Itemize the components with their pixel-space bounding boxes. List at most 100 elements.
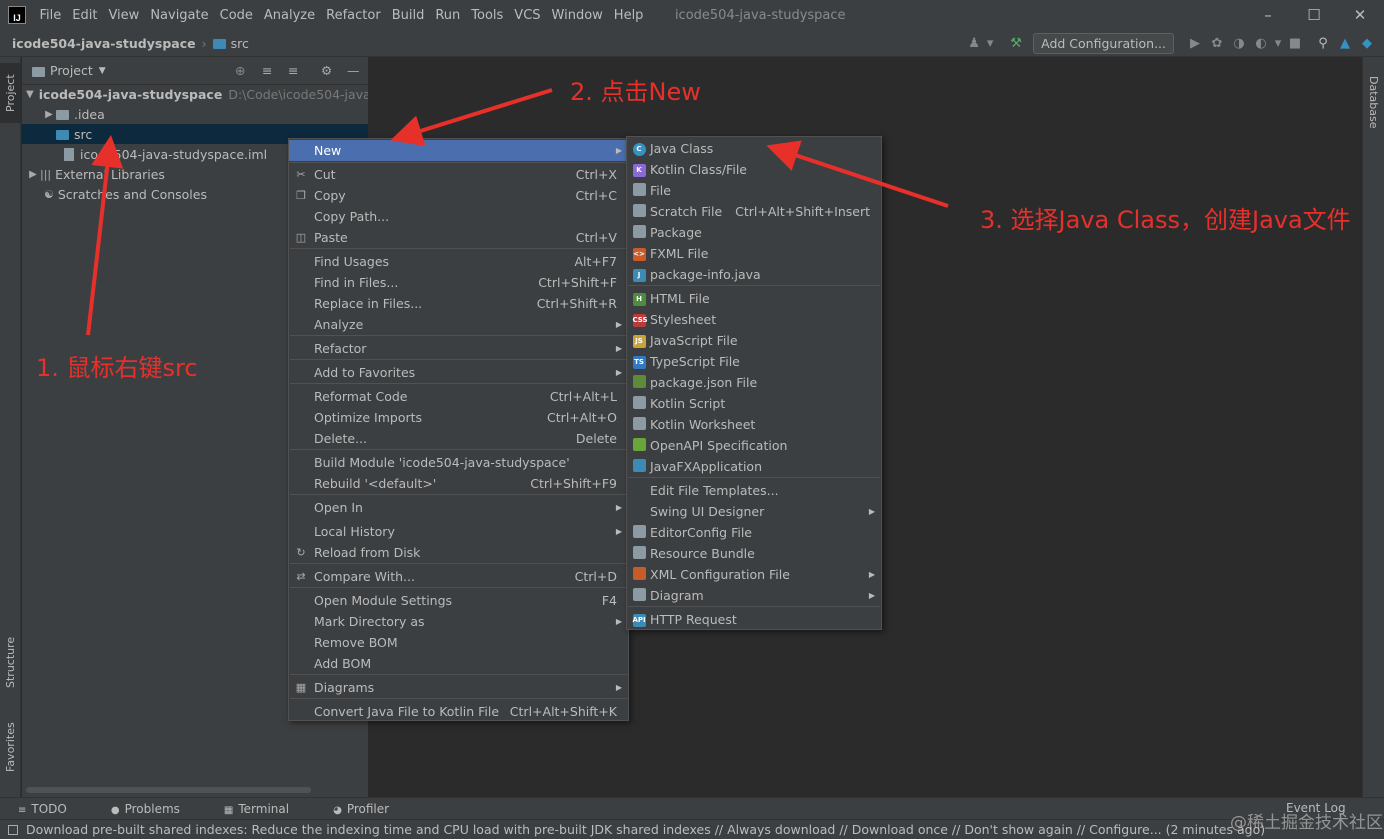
new-submenu-item-typescript-file[interactable]: TS TypeScript File	[627, 351, 881, 372]
structure-tool-tab[interactable]: Structure	[0, 627, 21, 697]
new-submenu-item-kotlin-class-file[interactable]: K Kotlin Class/File	[627, 159, 881, 180]
stop-icon[interactable]: ■	[1284, 36, 1306, 51]
context-menu-item-convert-java-file-to-kotlin-file[interactable]: Convert Java File to Kotlin File Ctrl+Alt…	[289, 701, 628, 722]
context-menu-item-copy-path[interactable]: Copy Path...	[289, 206, 628, 227]
context-menu-item-analyze[interactable]: Analyze ▶	[289, 314, 628, 335]
context-menu-item-find-in-files[interactable]: Find in Files... Ctrl+Shift+F	[289, 272, 628, 293]
new-submenu-item-edit-file-templates[interactable]: Edit File Templates...	[627, 480, 881, 501]
context-menu-item-mark-directory-as[interactable]: Mark Directory as ▶	[289, 611, 628, 632]
context-menu-item-new[interactable]: New ▶	[289, 140, 628, 161]
menu-analyze[interactable]: Analyze	[258, 8, 320, 23]
new-submenu-item-package-json-file[interactable]: package.json File	[627, 372, 881, 393]
context-menu-item-open-in[interactable]: Open In ▶	[289, 497, 628, 518]
context-menu-item-paste[interactable]: ◫ Paste Ctrl+V	[289, 227, 628, 248]
profile-icon[interactable]: ◐	[1250, 36, 1272, 51]
menu-code[interactable]: Code	[214, 8, 258, 23]
context-menu-item-open-module-settings[interactable]: Open Module Settings F4	[289, 590, 628, 611]
menu-build[interactable]: Build	[386, 8, 430, 23]
context-menu-item-diagrams[interactable]: ▦ Diagrams ▶	[289, 677, 628, 698]
context-menu-item-copy[interactable]: ❐ Copy Ctrl+C	[289, 185, 628, 206]
coverage-icon[interactable]: ◑	[1228, 36, 1250, 51]
horizontal-scrollbar[interactable]	[26, 787, 311, 793]
collapse-all-icon[interactable]: ≡	[288, 63, 298, 78]
problems-tab[interactable]: ● Problems	[111, 802, 202, 816]
context-menu-item-find-usages[interactable]: Find Usages Alt+F7	[289, 251, 628, 272]
tree-root[interactable]: ▼ icode504-java-studyspace D:\Code\icode…	[22, 84, 382, 104]
new-submenu-item-kotlin-script[interactable]: Kotlin Script	[627, 393, 881, 414]
context-menu-item-build-module-icode504-java-studyspace[interactable]: Build Module 'icode504-java-studyspace'	[289, 452, 628, 473]
new-submenu-item-kotlin-worksheet[interactable]: Kotlin Worksheet	[627, 414, 881, 435]
context-menu-item-replace-in-files[interactable]: Replace in Files... Ctrl+Shift+R	[289, 293, 628, 314]
favorites-tool-tab[interactable]: Favorites	[0, 712, 21, 782]
gear-icon[interactable]: ⚙	[321, 63, 332, 78]
more-run-chevron-icon[interactable]: ▾	[1272, 36, 1284, 51]
chevron-down-icon[interactable]: ▼	[99, 66, 106, 76]
new-submenu-item-scratch-file[interactable]: Scratch File Ctrl+Alt+Shift+Insert	[627, 201, 881, 222]
context-menu-item-remove-bom[interactable]: Remove BOM	[289, 632, 628, 653]
breadcrumb-folder[interactable]: src	[231, 36, 249, 51]
update-icon[interactable]: ▲	[1334, 36, 1356, 51]
context-menu-item-compare-with[interactable]: ⇄ Compare With... Ctrl+D	[289, 566, 628, 587]
context-menu-item-cut[interactable]: ✂ Cut Ctrl+X	[289, 164, 628, 185]
minimize-icon[interactable]: –	[1245, 0, 1291, 30]
search-icon[interactable]: ⚲	[1312, 36, 1334, 51]
menu-navigate[interactable]: Navigate	[145, 8, 214, 23]
context-menu-item-add-to-favorites[interactable]: Add to Favorites ▶	[289, 362, 628, 383]
new-submenu-item-diagram[interactable]: Diagram ▶	[627, 585, 881, 606]
chevron-down-icon[interactable]: ▼	[26, 89, 34, 100]
expand-all-icon[interactable]: ≡	[262, 63, 272, 78]
project-view-dropdown[interactable]: Project	[50, 63, 93, 78]
new-submenu-item-java-class[interactable]: C Java Class	[627, 138, 881, 159]
menu-window[interactable]: Window	[546, 8, 608, 23]
run-icon[interactable]: ▶	[1184, 36, 1206, 51]
chevron-right-icon[interactable]: ▶	[26, 169, 40, 180]
hide-panel-icon[interactable]: —	[347, 63, 360, 78]
jetbrains-toolbox-icon[interactable]: ◆	[1356, 36, 1378, 51]
locate-icon[interactable]: ⊕	[235, 63, 245, 78]
new-submenu-item-fxml-file[interactable]: <> FXML File	[627, 243, 881, 264]
tree-item-idea[interactable]: ▶ .idea	[22, 104, 368, 124]
new-submenu-item-resource-bundle[interactable]: Resource Bundle	[627, 543, 881, 564]
menu-tools[interactable]: Tools	[466, 8, 509, 23]
project-tool-tab[interactable]: Project	[0, 63, 21, 123]
new-submenu-item-editorconfig-file[interactable]: EditorConfig File	[627, 522, 881, 543]
context-menu-item-delete[interactable]: Delete... Delete	[289, 428, 628, 449]
chevron-right-icon[interactable]: ▶	[42, 109, 56, 120]
context-menu-item-refactor[interactable]: Refactor ▶	[289, 338, 628, 359]
status-message[interactable]: Download pre-built shared indexes: Reduc…	[26, 822, 1265, 837]
build-hammer-icon[interactable]: ⚒	[1005, 36, 1027, 51]
maximize-icon[interactable]: ☐	[1291, 0, 1337, 30]
new-submenu-item-javascript-file[interactable]: JS JavaScript File	[627, 330, 881, 351]
new-submenu-item-javafxapplication[interactable]: JavaFXApplication	[627, 456, 881, 477]
user-icon[interactable]: ♟	[963, 36, 985, 51]
context-menu-item-local-history[interactable]: Local History ▶	[289, 521, 628, 542]
add-configuration-button[interactable]: Add Configuration...	[1033, 33, 1174, 54]
context-menu-item-optimize-imports[interactable]: Optimize Imports Ctrl+Alt+O	[289, 407, 628, 428]
status-toggle-icon[interactable]	[8, 824, 18, 835]
new-submenu-item-stylesheet[interactable]: CSS Stylesheet	[627, 309, 881, 330]
menu-file[interactable]: File	[34, 8, 67, 23]
chevron-down-icon[interactable]: ▾	[985, 36, 995, 51]
menu-refactor[interactable]: Refactor	[321, 8, 387, 23]
context-menu-item-reformat-code[interactable]: Reformat Code Ctrl+Alt+L	[289, 386, 628, 407]
new-submenu-item-xml-configuration-file[interactable]: XML Configuration File ▶	[627, 564, 881, 585]
todo-tab[interactable]: ≡ TODO	[18, 802, 89, 816]
context-menu-item-rebuild-default[interactable]: Rebuild '<default>' Ctrl+Shift+F9	[289, 473, 628, 494]
debug-icon[interactable]: ✿	[1206, 36, 1228, 51]
new-submenu-item-openapi-specification[interactable]: OpenAPI Specification	[627, 435, 881, 456]
menu-edit[interactable]: Edit	[67, 8, 103, 23]
new-submenu-item-package-info-java[interactable]: Jpackage-info.java	[627, 264, 881, 285]
new-submenu-item-package[interactable]: Package	[627, 222, 881, 243]
menu-vcs[interactable]: VCS	[509, 8, 546, 23]
menu-run[interactable]: Run	[430, 8, 466, 23]
close-icon[interactable]: ✕	[1337, 0, 1383, 30]
database-tool-tab[interactable]: Database	[1363, 67, 1384, 137]
menu-view[interactable]: View	[103, 8, 145, 23]
context-menu-item-add-bom[interactable]: Add BOM	[289, 653, 628, 674]
breadcrumb-project[interactable]: icode504-java-studyspace	[12, 36, 196, 51]
new-submenu-item-swing-ui-designer[interactable]: Swing UI Designer ▶	[627, 501, 881, 522]
new-submenu-item-html-file[interactable]: H HTML File	[627, 288, 881, 309]
new-submenu-item-file[interactable]: File	[627, 180, 881, 201]
context-menu-item-reload-from-disk[interactable]: ↻ Reload from Disk	[289, 542, 628, 563]
terminal-tab[interactable]: ▦ Terminal	[224, 802, 311, 816]
